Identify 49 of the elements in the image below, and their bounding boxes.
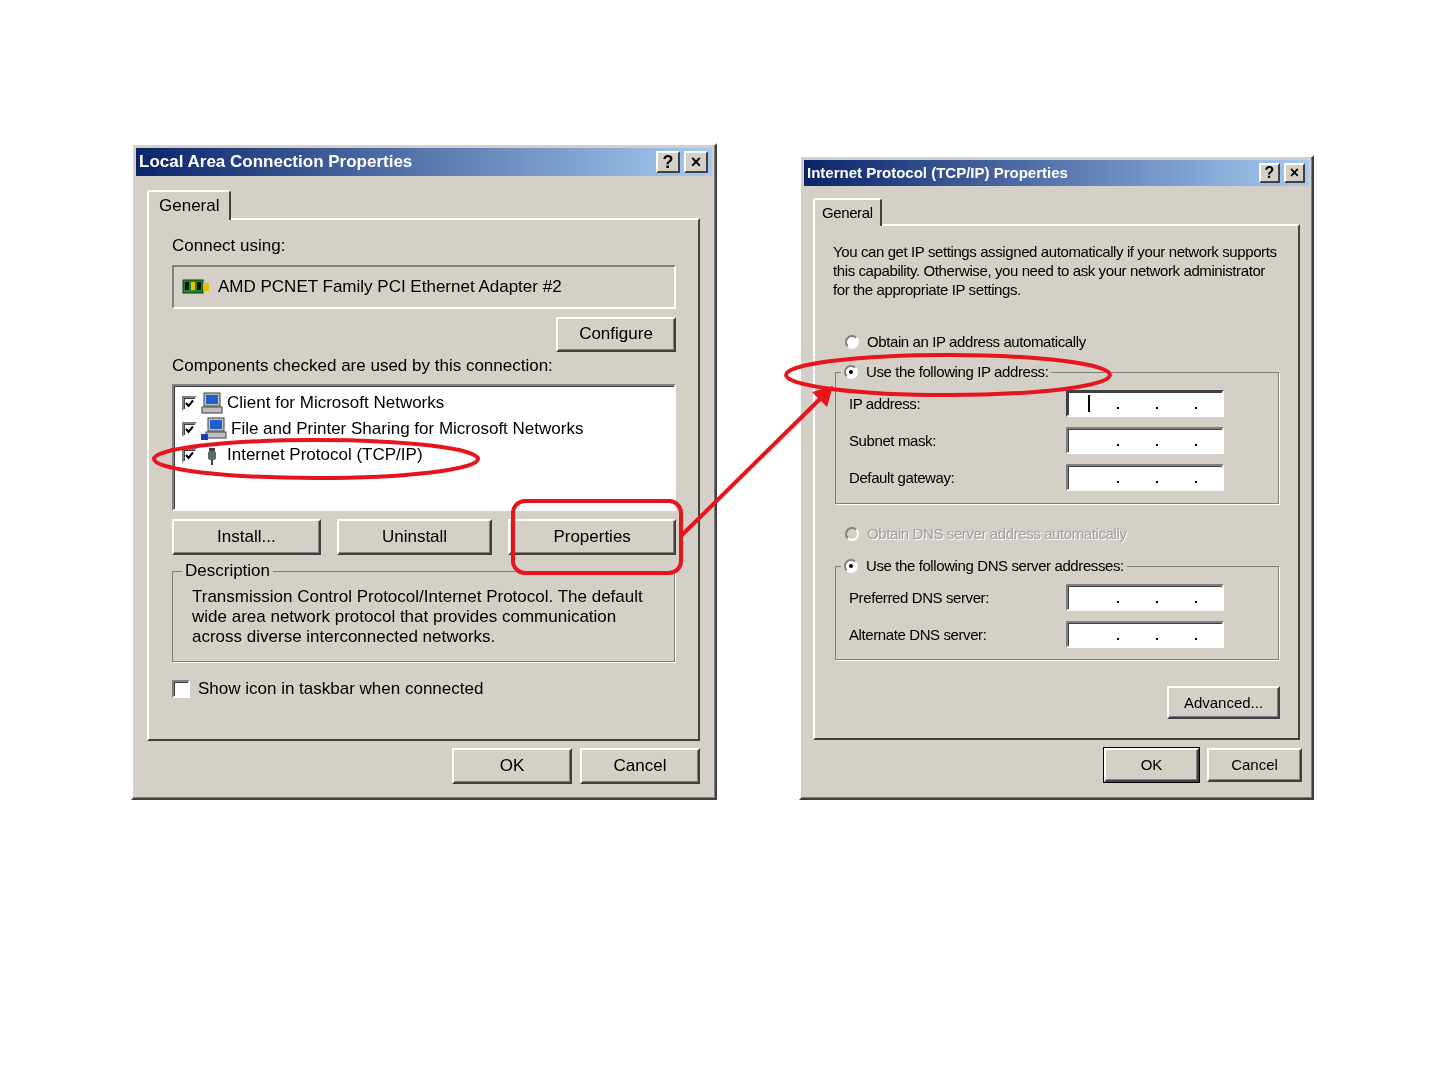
ip-address-field[interactable]	[1066, 621, 1224, 648]
window-title: Internet Protocol (TCP/IP) Properties	[807, 164, 1068, 182]
action-button[interactable]: Install...	[172, 519, 321, 556]
action-button[interactable]: Properties	[508, 519, 676, 556]
network-card-icon	[182, 277, 210, 296]
intro-text: You can get IP settings assigned automatically if your network supports this capability. Otherwise, you need to ask your network administrator for the appropriate IP settings.	[832, 242, 1278, 299]
list-item[interactable]: File and Printer Sharing for Microsoft Networks	[231, 418, 584, 440]
ok-button[interactable]: OK	[1104, 748, 1199, 782]
text-cursor	[1088, 395, 1090, 412]
close-button[interactable]: ×	[1284, 163, 1305, 183]
help-button[interactable]: ?	[656, 151, 680, 173]
configure-button[interactable]: Configure	[556, 316, 676, 352]
advanced-button[interactable]: Advanced...	[1167, 686, 1280, 719]
cancel-button[interactable]: Cancel	[580, 748, 700, 785]
computer-icon	[201, 392, 223, 415]
radio-button[interactable]	[845, 335, 859, 349]
close-button[interactable]: ×	[684, 151, 708, 173]
field-label: Subnet mask:	[849, 431, 936, 450]
radio-button[interactable]	[844, 559, 858, 573]
tab[interactable]: General	[813, 198, 882, 226]
cancel-button[interactable]: Cancel	[1207, 748, 1302, 782]
tab[interactable]: General	[147, 190, 232, 221]
checkmark-icon	[185, 398, 194, 408]
checkbox-label[interactable]: Show icon in taskbar when connected	[198, 679, 484, 700]
field-label: Alternate DNS server:	[849, 625, 987, 644]
list-item[interactable]: Client for Microsoft Networks	[227, 392, 445, 414]
help-button[interactable]: ?	[1259, 163, 1280, 183]
ip-address-field[interactable]	[1066, 390, 1224, 417]
ip-address-field[interactable]	[1066, 464, 1224, 491]
field-label: Default gateway:	[849, 468, 955, 487]
field-label: Connect using:	[172, 236, 287, 257]
action-button[interactable]: Uninstall	[336, 519, 493, 556]
ip-address-field[interactable]	[1066, 584, 1224, 611]
field-label: IP address:	[849, 394, 921, 413]
description-text: Transmission Control Protocol/Internet Protocol. The default wide area network protocol that provides communication across diverse interconnected networks.	[192, 587, 644, 648]
checkmark-icon	[185, 424, 194, 434]
radio-button[interactable]	[844, 365, 858, 379]
window-title: Local Area Connection Properties	[139, 151, 413, 173]
list-item[interactable]: Internet Protocol (TCP/IP)	[227, 444, 423, 466]
ip-address-field[interactable]	[1066, 427, 1224, 454]
field-label: Components checked are used by this connection:	[172, 355, 554, 377]
field-label: Preferred DNS server:	[849, 588, 989, 607]
checkbox[interactable]	[172, 680, 190, 699]
group-title: Description	[185, 561, 271, 582]
checkmark-icon	[185, 450, 194, 460]
shared-computer-icon	[201, 417, 227, 442]
adapter-name: AMD PCNET Family PCI Ethernet Adapter #2	[218, 276, 562, 297]
radio-label[interactable]: Obtain an IP address automatically	[867, 333, 1086, 351]
ok-button[interactable]: OK	[452, 748, 572, 785]
